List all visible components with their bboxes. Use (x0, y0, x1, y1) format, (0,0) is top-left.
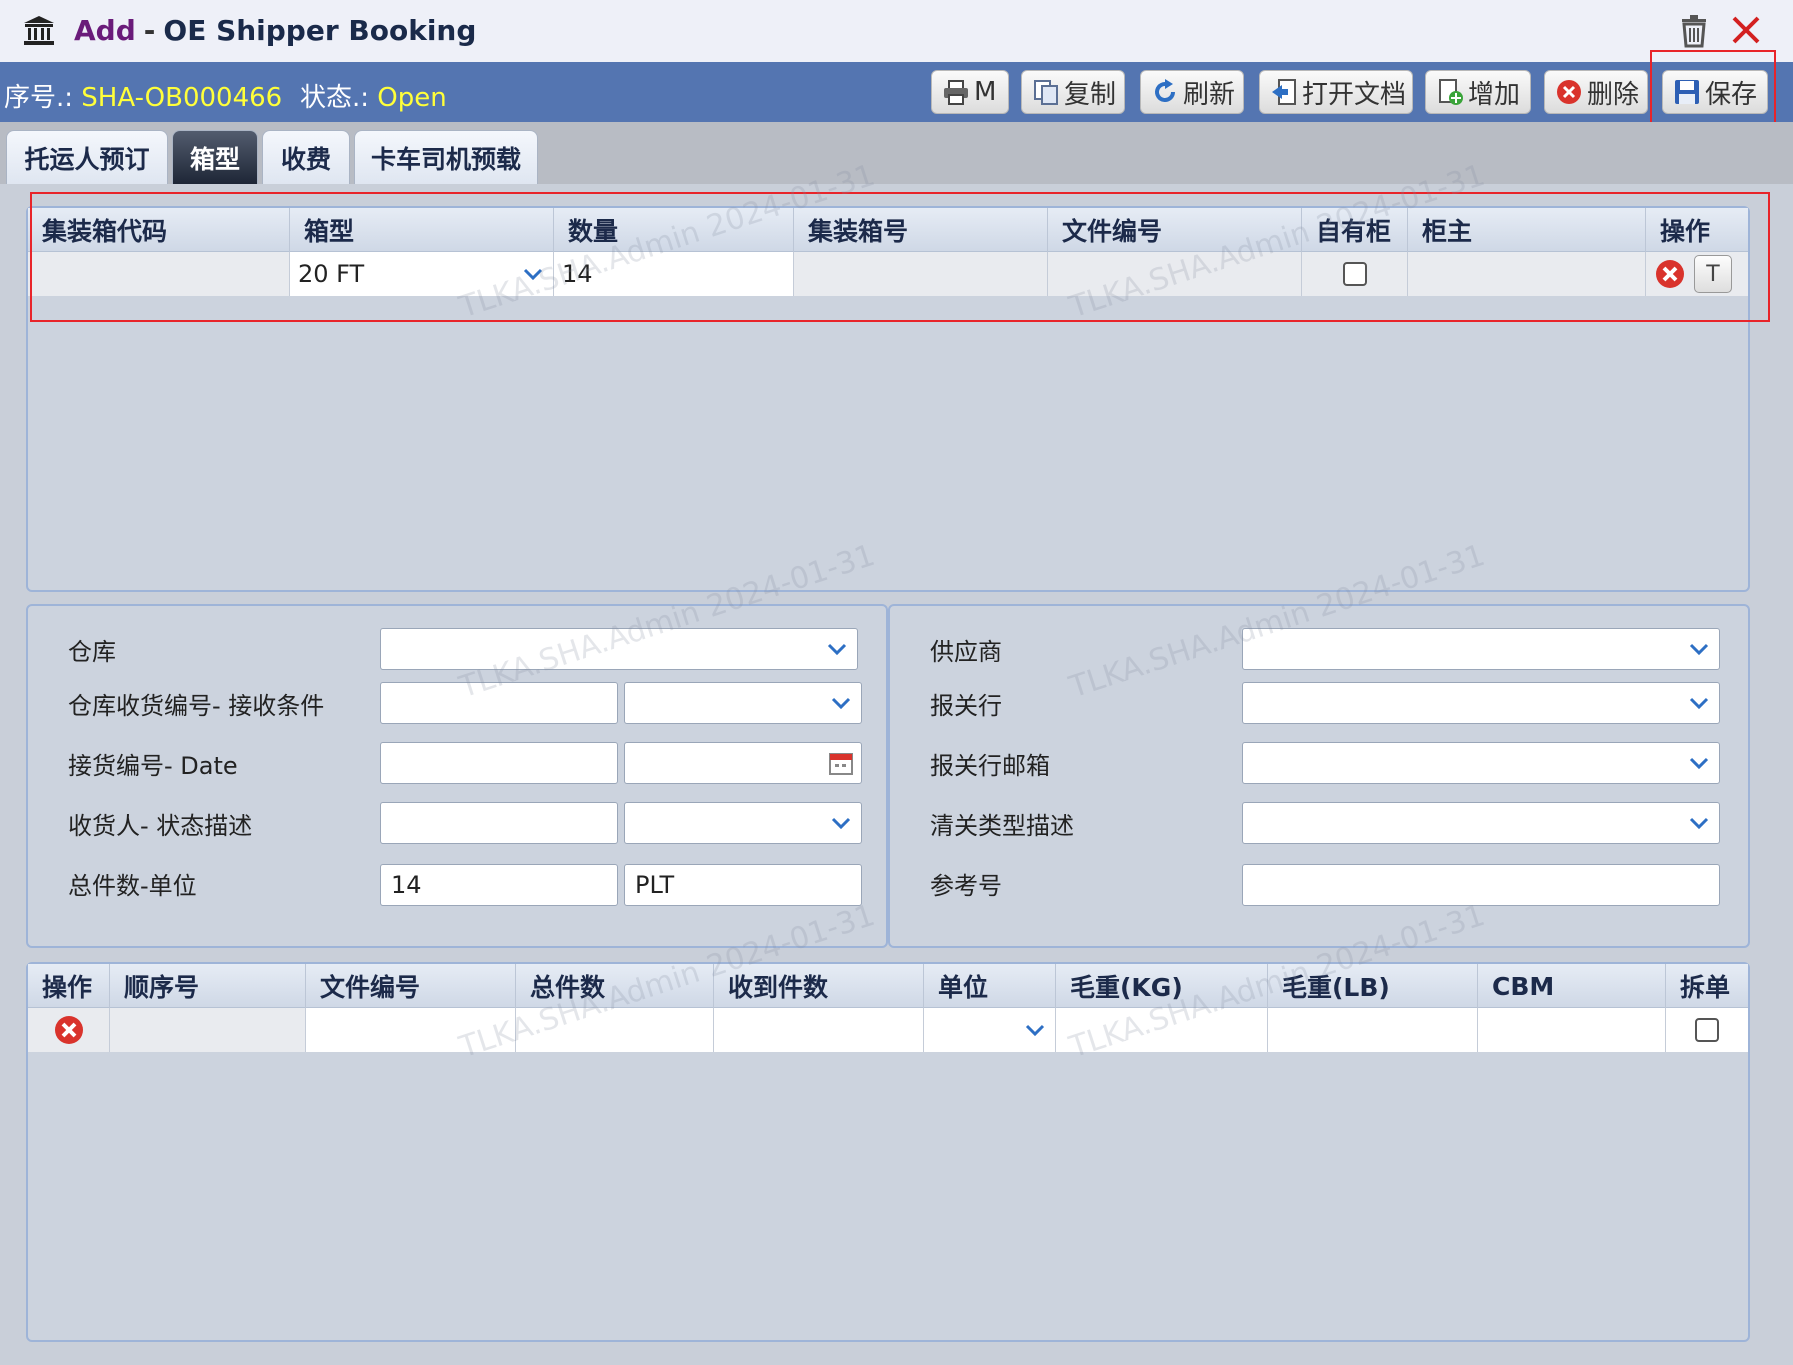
tab-truck-preload[interactable]: 卡车司机预载 (354, 130, 538, 184)
supplier-select[interactable] (1242, 628, 1720, 670)
receipt-label: 仓库收货编号- 接收条件 (68, 692, 325, 720)
cargo-actions-cell (28, 1008, 110, 1052)
chevron-down-icon[interactable] (1021, 1016, 1049, 1044)
delete-row-icon[interactable] (53, 1014, 85, 1046)
col-actions: 操作 (28, 964, 110, 1008)
cell-received[interactable] (714, 1008, 924, 1052)
col-file-no[interactable]: 文件编号 (306, 964, 516, 1008)
cell-cbm[interactable] (1478, 1008, 1666, 1052)
col-split[interactable]: 拆单 (1666, 964, 1748, 1008)
calendar-icon[interactable] (827, 749, 855, 777)
window-mode: Add (74, 14, 136, 47)
cell-gross-lb[interactable] (1268, 1008, 1478, 1052)
delete-circle-icon (1555, 78, 1583, 106)
copy-label: 复制 (1064, 79, 1117, 110)
seq-value: SHA-OB000466 (81, 83, 283, 113)
cargo-grid: 操作 顺序号 文件编号 总件数 收到件数 单位 毛重(KG) 毛重(LB) CB… (26, 962, 1750, 1342)
unit-input[interactable]: PLT (624, 864, 862, 906)
copy-icon (1032, 78, 1060, 106)
grid-highlight-box (30, 192, 1770, 322)
title-separator: - (143, 14, 156, 47)
clearance-select[interactable] (1242, 802, 1720, 844)
add-document-icon (1436, 78, 1464, 106)
open-document-icon (1270, 78, 1298, 106)
chevron-down-icon[interactable] (827, 809, 855, 837)
add-button[interactable]: 增加 (1425, 70, 1531, 114)
status-value: Open (377, 83, 447, 113)
printer-icon (942, 78, 970, 106)
tab-shipper-booking[interactable]: 托运人预订 (6, 130, 168, 184)
title-bar: Add - OE Shipper Booking (0, 0, 1793, 62)
refresh-icon (1151, 78, 1179, 106)
close-icon[interactable] (1728, 12, 1764, 48)
col-seq[interactable]: 顺序号 (110, 964, 306, 1008)
chevron-down-icon[interactable] (827, 689, 855, 717)
col-total[interactable]: 总件数 (516, 964, 714, 1008)
window-name: OE Shipper Booking (163, 14, 477, 47)
copy-button[interactable]: 复制 (1021, 70, 1125, 114)
status-desc-select[interactable] (624, 802, 862, 844)
warehouse-form: 仓库 仓库收货编号- 接收条件 接货编号- Date 收货人- 状态描述 总件数… (26, 604, 888, 948)
split-checkbox[interactable] (1695, 1018, 1719, 1042)
tab-charges[interactable]: 收费 (262, 130, 350, 184)
col-unit[interactable]: 单位 (924, 964, 1056, 1008)
receipt-no-input[interactable] (380, 682, 618, 724)
tab-bar: 托运人预订 箱型 收费 卡车司机预载 (0, 122, 1793, 184)
chevron-down-icon[interactable] (823, 635, 851, 663)
delete-label: 删除 (1587, 79, 1640, 110)
add-label: 增加 (1468, 79, 1521, 110)
broker-select[interactable] (1242, 682, 1720, 724)
col-cbm[interactable]: CBM (1478, 964, 1666, 1008)
window-title: Add - OE Shipper Booking (74, 14, 476, 47)
ref-input[interactable] (1242, 864, 1720, 906)
status-info: 状态.: Open (300, 77, 447, 114)
consignee-input[interactable] (380, 802, 618, 844)
chevron-down-icon[interactable] (1685, 809, 1713, 837)
cell-seq[interactable] (110, 1008, 306, 1052)
open-document-label: 打开文档 (1302, 79, 1407, 110)
col-gross-kg[interactable]: 毛重(KG) (1056, 964, 1268, 1008)
unit-select[interactable] (924, 1008, 1056, 1052)
chevron-down-icon[interactable] (1685, 749, 1713, 777)
receipt-condition-select[interactable] (624, 682, 862, 724)
print-button[interactable]: M (931, 70, 1009, 114)
cell-total[interactable] (516, 1008, 714, 1052)
record-toolbar: 序号.: SHA-OB000466 状态.: Open M 复制 刷新 打开文档… (0, 62, 1793, 122)
pickup-no-input[interactable] (380, 742, 618, 784)
delete-button[interactable]: 删除 (1544, 70, 1648, 114)
cell-gross-kg[interactable] (1056, 1008, 1268, 1052)
supplier-label: 供应商 (930, 638, 1002, 666)
status-label: 状态.: (300, 83, 370, 113)
cell-file-no[interactable] (306, 1008, 516, 1052)
broker-email-select[interactable] (1242, 742, 1720, 784)
pickup-label: 接货编号- Date (68, 752, 238, 780)
total-pieces-input[interactable]: 14 (380, 864, 618, 906)
trash-icon[interactable] (1678, 14, 1710, 48)
chevron-down-icon[interactable] (1685, 635, 1713, 663)
content-area: 集装箱代码 箱型 数量 集装箱号 文件编号 自有柜 柜主 操作 20 FT 14 (0, 158, 1793, 1365)
print-label: M (974, 77, 997, 107)
seq-label: 序号.: (4, 83, 74, 113)
tab-box-type[interactable]: 箱型 (172, 130, 258, 184)
total-label: 总件数-单位 (68, 872, 197, 900)
broker-label: 报关行 (930, 692, 1002, 720)
chevron-down-icon[interactable] (1685, 689, 1713, 717)
consignee-label: 收货人- 状态描述 (68, 812, 253, 840)
broker-email-label: 报关行邮箱 (930, 752, 1050, 780)
customs-form: 供应商 报关行 报关行邮箱 清关类型描述 参考号 (888, 604, 1750, 948)
refresh-label: 刷新 (1183, 79, 1236, 110)
col-gross-lb[interactable]: 毛重(LB) (1268, 964, 1478, 1008)
split-cell (1666, 1008, 1748, 1052)
refresh-button[interactable]: 刷新 (1140, 70, 1244, 114)
clearance-label: 清关类型描述 (930, 812, 1074, 840)
open-document-button[interactable]: 打开文档 (1259, 70, 1413, 114)
warehouse-select[interactable] (380, 628, 858, 670)
cargo-grid-header: 操作 顺序号 文件编号 总件数 收到件数 单位 毛重(KG) 毛重(LB) CB… (28, 964, 1748, 1008)
warehouse-label: 仓库 (68, 638, 116, 666)
col-received[interactable]: 收到件数 (714, 964, 924, 1008)
bank-icon (24, 16, 54, 45)
ref-label: 参考号 (930, 872, 1002, 900)
pickup-date-input[interactable] (624, 742, 862, 784)
seq-info: 序号.: SHA-OB000466 (4, 77, 282, 114)
